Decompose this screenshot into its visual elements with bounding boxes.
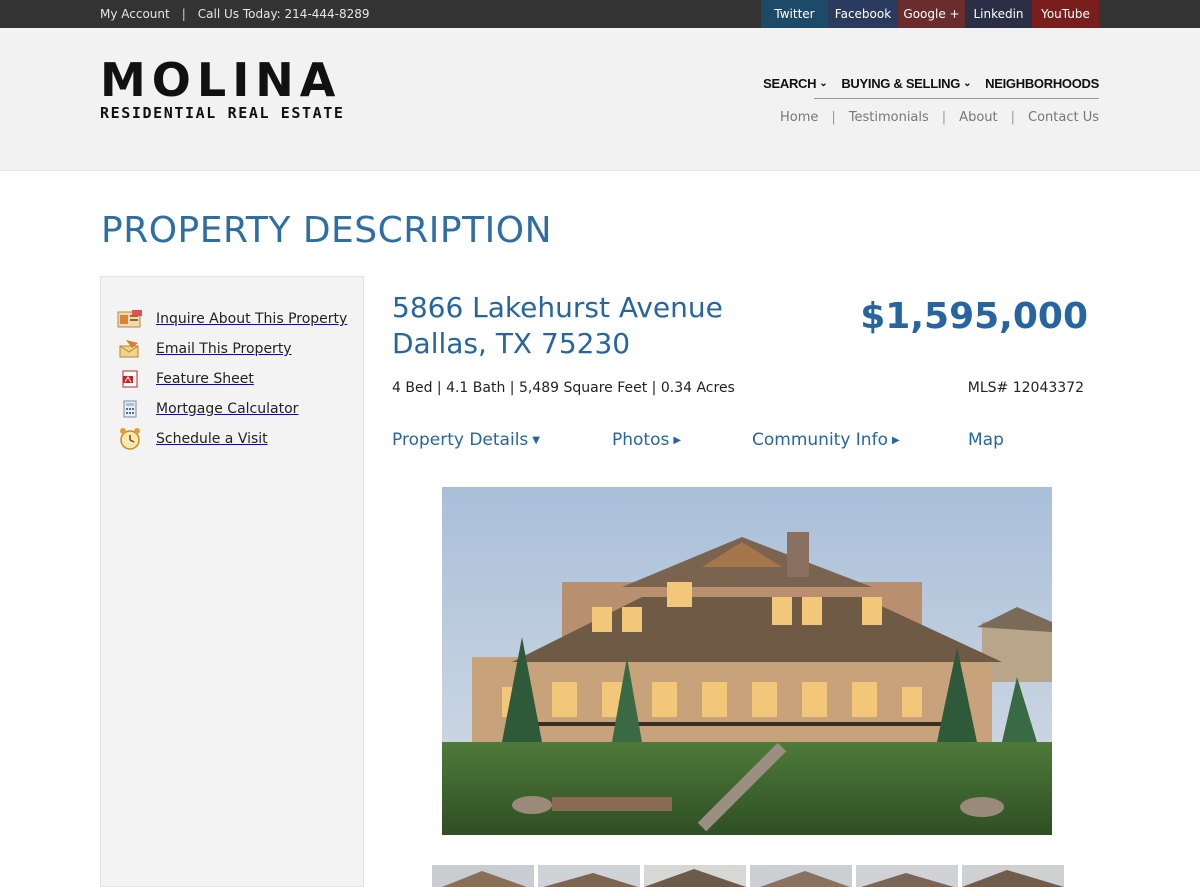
nav-buying-selling[interactable]: BUYING & SELLING ⌄	[841, 76, 971, 91]
feature-sheet-label: Feature Sheet	[156, 371, 254, 387]
pdf-icon	[117, 368, 143, 390]
tab-photos-label: Photos	[612, 430, 670, 450]
tab-property-details-label: Property Details	[392, 430, 529, 450]
email-label: Email This Property	[156, 341, 292, 357]
sub-nav: Home | Testimonials | About | Contact Us	[780, 110, 1099, 125]
main-nav: SEARCH ⌄ BUYING & SELLING ⌄ NEIGHBORHOODS	[763, 72, 1099, 94]
tab-map[interactable]: Map	[968, 430, 1004, 450]
nav-search-label: SEARCH	[763, 75, 817, 91]
tab-photos[interactable]: Photos ▶	[612, 430, 681, 450]
tab-property-details[interactable]: Property Details ▼	[392, 430, 540, 450]
property-address-line1: 5866 Lakehurst Avenue	[392, 291, 723, 324]
photo-thumbnails	[432, 865, 1068, 887]
schedule-visit-label: Schedule a Visit	[156, 431, 268, 447]
photo-thumbnail[interactable]	[750, 865, 852, 887]
logo-wordmark: MOLINA	[100, 53, 342, 107]
nav-neighborhoods-label: NEIGHBORHOODS	[985, 75, 1099, 91]
page-title: PROPERTY DESCRIPTION	[101, 210, 552, 251]
nav-divider	[814, 98, 1099, 99]
mortgage-calculator-label: Mortgage Calculator	[156, 401, 299, 417]
inquire-icon	[117, 308, 143, 330]
facebook-link[interactable]: Facebook	[828, 0, 898, 28]
tab-map-label: Map	[968, 430, 1004, 450]
property-sidebar: Inquire About This Property Email This P…	[100, 276, 364, 887]
inquire-label: Inquire About This Property	[156, 311, 348, 327]
twitter-link[interactable]: Twitter	[761, 0, 828, 28]
site-logo[interactable]: MOLINA RESIDENTIAL REAL ESTATE	[100, 53, 352, 122]
chevron-down-icon: ⌄	[963, 77, 972, 89]
topbar-left: My Account | Call Us Today: 214-444-8289	[100, 0, 370, 28]
nav-buying-selling-label: BUYING & SELLING	[841, 75, 961, 91]
email-icon	[117, 338, 143, 360]
feature-sheet-link[interactable]: Feature Sheet	[117, 367, 254, 391]
top-bar: My Account | Call Us Today: 214-444-8289…	[0, 0, 1200, 28]
logo-tagline: RESIDENTIAL REAL ESTATE	[100, 104, 345, 122]
property-address-line2: Dallas, TX 75230	[392, 327, 631, 360]
photo-thumbnail[interactable]	[856, 865, 958, 887]
subnav-testimonials[interactable]: Testimonials	[849, 110, 929, 125]
my-account-link[interactable]: My Account	[100, 7, 170, 21]
caret-right-icon: ▶	[891, 434, 900, 446]
tab-community-info[interactable]: Community Info ▶	[752, 430, 900, 450]
caret-right-icon: ▶	[673, 434, 682, 446]
tab-community-info-label: Community Info	[752, 430, 888, 450]
mls-number: MLS# 12043372	[967, 380, 1084, 396]
youtube-link[interactable]: YouTube	[1032, 0, 1099, 28]
schedule-visit-link[interactable]: Schedule a Visit	[117, 427, 268, 451]
chevron-down-icon: ⌄	[819, 77, 828, 89]
property-price: $1,595,000	[860, 296, 1088, 337]
photo-thumbnail[interactable]	[962, 865, 1064, 887]
photo-thumbnail[interactable]	[538, 865, 640, 887]
subnav-contact[interactable]: Contact Us	[1028, 110, 1099, 125]
subnav-separator: |	[941, 110, 947, 125]
nav-neighborhoods[interactable]: NEIGHBORHOODS	[985, 76, 1099, 91]
linkedin-link[interactable]: Linkedin	[965, 0, 1032, 28]
nav-search[interactable]: SEARCH ⌄	[763, 75, 828, 91]
subnav-about[interactable]: About	[959, 110, 997, 125]
calculator-icon	[117, 398, 143, 420]
subnav-separator: |	[831, 110, 836, 125]
mortgage-calculator-link[interactable]: Mortgage Calculator	[117, 397, 298, 421]
property-tabs: Property Details ▼ Photos ▶ Community In…	[392, 430, 1092, 454]
social-links: Twitter Facebook Google + Linkedin YouTu…	[761, 0, 1099, 28]
topbar-separator: |	[181, 7, 186, 21]
photo-thumbnail[interactable]	[432, 865, 534, 887]
alarm-clock-icon	[117, 428, 143, 450]
caret-down-icon: ▼	[532, 434, 540, 446]
inquire-link[interactable]: Inquire About This Property	[117, 307, 347, 331]
call-us-text: Call Us Today: 214-444-8289	[197, 7, 370, 21]
email-link[interactable]: Email This Property	[117, 337, 292, 361]
subnav-separator: |	[1010, 110, 1015, 125]
property-main-photo[interactable]	[442, 487, 1052, 835]
property-facts: 4 Bed | 4.1 Bath | 5,489 Square Feet | 0…	[392, 380, 735, 396]
google-plus-link[interactable]: Google +	[898, 0, 965, 28]
photo-thumbnail[interactable]	[644, 865, 746, 887]
site-header: MOLINA RESIDENTIAL REAL ESTATE SEARCH ⌄ B…	[0, 28, 1200, 171]
subnav-home[interactable]: Home	[780, 110, 818, 125]
